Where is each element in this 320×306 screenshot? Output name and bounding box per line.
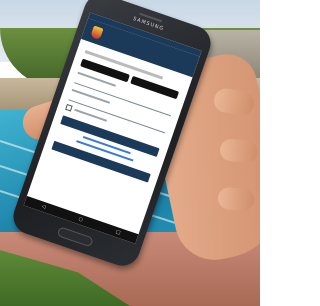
finger <box>217 186 255 212</box>
app-logo-text <box>104 35 142 48</box>
back-icon[interactable]: ◁ <box>41 203 47 210</box>
app-logo <box>90 25 104 41</box>
home-button[interactable] <box>56 226 94 248</box>
remember-checkbox[interactable] <box>65 103 73 112</box>
home-icon[interactable]: ○ <box>78 216 84 223</box>
recent-apps-icon[interactable]: □ <box>115 229 121 236</box>
